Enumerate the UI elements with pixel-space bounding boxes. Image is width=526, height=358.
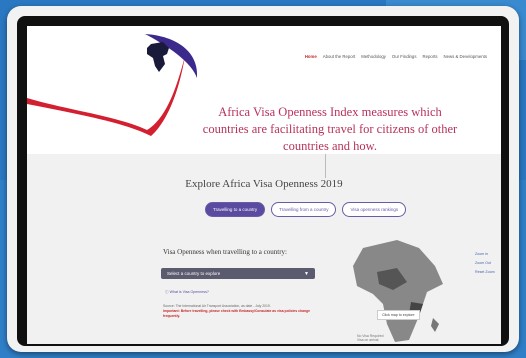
zoom-in-button[interactable]: Zoom in [475, 252, 495, 256]
country-select[interactable]: Select a country to explore ▼ [161, 268, 315, 279]
hero-headline: Africa Visa Openness Index measures whic… [202, 105, 458, 153]
divider [325, 154, 326, 178]
nav-methodology[interactable]: Methodology [361, 54, 386, 59]
tab-travelling-to[interactable]: Travelling to a country [205, 202, 266, 217]
africa-logo-icon[interactable] [129, 36, 189, 76]
panel-title: Visa Openness when travelling to a count… [163, 248, 287, 256]
map-legend: No Visa Required Visa on arrival [357, 334, 384, 342]
nav-home[interactable]: Home [305, 54, 317, 59]
reset-zoom-button[interactable]: Reset Zoom [475, 270, 495, 274]
source-note: Source: The International Air Transport … [163, 304, 323, 319]
what-is-link[interactable]: ⓘ What is Visa Openness? [165, 290, 209, 295]
what-is-label: What is Visa Openness? [169, 290, 209, 294]
important-note: Important: Before travelling, please che… [163, 309, 310, 318]
hero-section: Home About the Report Methodology Our Fi… [27, 26, 501, 154]
nav-about[interactable]: About the Report [323, 54, 356, 59]
select-label: Select a country to explore [167, 271, 221, 276]
zoom-controls: Zoom in Zoom Out Reset Zoom [475, 252, 495, 274]
explore-tabs: Travelling to a country Travelling from … [205, 202, 407, 217]
chevron-down-icon: ▼ [304, 270, 309, 277]
zoom-out-button[interactable]: Zoom Out [475, 261, 495, 265]
nav-news[interactable]: News & Developments [444, 54, 487, 59]
legend-item: Visa on arrival [357, 338, 379, 342]
map-tooltip: Click map to explore [377, 310, 420, 320]
main-nav: Home About the Report Methodology Our Fi… [305, 54, 487, 59]
device-screen: Home About the Report Methodology Our Fi… [17, 16, 509, 346]
nav-findings[interactable]: Our Findings [392, 54, 417, 59]
explore-title: Explore Africa Visa Openness 2019 [185, 178, 343, 190]
tab-rankings[interactable]: Visa openness rankings [342, 202, 407, 217]
tab-travelling-from[interactable]: Travelling from a country [271, 202, 337, 217]
africa-map[interactable] [327, 232, 467, 344]
web-page: Home About the Report Methodology Our Fi… [27, 26, 501, 344]
nav-reports[interactable]: Reports [422, 54, 437, 59]
